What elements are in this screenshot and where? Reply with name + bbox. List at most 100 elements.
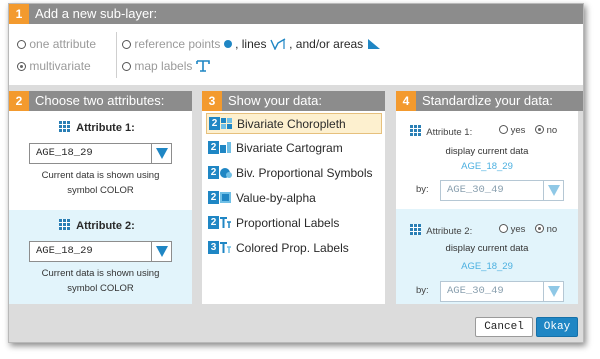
standardize-attribute2-no-radio[interactable]: no <box>535 224 557 235</box>
yes-label: yes <box>510 125 526 136</box>
attribute1-pane: Attribute 1: AGE_18_29 Current data is s… <box>9 111 192 210</box>
standardize-attribute2-yes-radio[interactable]: yes <box>499 224 525 235</box>
map-labels-radio[interactable]: map labels <box>122 59 210 73</box>
map-labels-label: map labels <box>134 59 193 73</box>
attribute1-heading: Attribute 1: <box>59 121 135 134</box>
table-icon <box>410 125 421 136</box>
yes-label: yes <box>510 224 526 235</box>
add-sublayer-dialog: 1 Add a new sub-layer: one attribute mul… <box>8 3 584 343</box>
one-attribute-label: one attribute <box>29 37 97 51</box>
table-icon <box>59 219 70 230</box>
attribute2-note-line2: symbol COLOR <box>67 283 134 294</box>
standardize-attribute1-heading: Attribute 1: <box>410 125 472 138</box>
section1-number: 1 <box>9 4 29 24</box>
cartogram-icon <box>220 142 231 153</box>
attribute1-note: Current data is shown using symbol COLOR <box>9 168 192 198</box>
list-item-bivariate-cartogram[interactable]: 2 Bivariate Cartogram <box>206 138 382 159</box>
section4-number: 4 <box>396 91 416 111</box>
item-label: Bivariate Cartogram <box>236 141 343 155</box>
choropleth-icon <box>221 118 232 129</box>
standardize-attribute2-pane: Attribute 2: yes no display current data… <box>396 209 578 304</box>
item-label: Biv. Proportional Symbols <box>236 166 373 180</box>
area-icon <box>367 39 380 49</box>
section4-header: 4 Standardize your data: <box>396 91 583 111</box>
standardize-attribute2-select[interactable]: AGE_30_49 <box>440 281 564 302</box>
chevron-down-icon[interactable] <box>151 144 171 163</box>
by-label: by: <box>416 285 429 296</box>
attribute2-heading: Attribute 2: <box>59 219 135 232</box>
line-icon <box>270 38 286 51</box>
divider <box>116 32 117 78</box>
item-label: Value-by-alpha <box>236 191 316 205</box>
okay-button[interactable]: Okay <box>536 317 578 337</box>
item-label: Proportional Labels <box>236 216 340 230</box>
chevron-down-icon[interactable] <box>151 242 171 261</box>
proportional-labels-icon <box>220 217 231 228</box>
one-attribute-radio[interactable]: one attribute <box>17 37 96 51</box>
radio-icon <box>499 125 508 134</box>
list-item-proportional-symbols[interactable]: 2 Biv. Proportional Symbols <box>206 163 382 184</box>
lines-label: , lines <box>235 37 267 51</box>
list-item-value-by-alpha[interactable]: 2 Value-by-alpha <box>206 188 382 209</box>
section1-pane: one attribute multivariate reference poi… <box>9 24 583 85</box>
standardize-attribute2-value: AGE_30_49 <box>447 285 504 297</box>
standardize-attribute1-pane: Attribute 1: yes no display current data… <box>396 111 578 209</box>
item-number: 3 <box>208 241 219 254</box>
radio-icon <box>499 224 508 233</box>
section2-header: 2 Choose two attributes: <box>9 91 192 111</box>
list-item-colored-prop-labels[interactable]: 3 Colored Prop. Labels <box>206 238 382 259</box>
multivariate-label: multivariate <box>29 59 91 73</box>
standardize-attribute1-value: AGE_30_49 <box>447 184 504 196</box>
no-label: no <box>546 224 558 235</box>
current-data-value: AGE_18_29 <box>461 161 513 172</box>
standardize-attribute1-no-radio[interactable]: no <box>535 125 557 136</box>
standardize-attribute1-yes-radio[interactable]: yes <box>499 125 525 136</box>
item-number: 2 <box>208 141 219 154</box>
attribute2-select[interactable]: AGE_18_29 <box>29 241 172 262</box>
radio-icon <box>17 40 26 49</box>
attribute1-note-line2: symbol COLOR <box>67 185 134 196</box>
value-by-alpha-icon <box>220 192 231 203</box>
radio-icon <box>122 40 131 49</box>
standardize-attribute1-label: Attribute 1: <box>426 127 473 138</box>
attribute2-label: Attribute 2: <box>76 220 135 232</box>
list-item-proportional-labels[interactable]: 2 Proportional Labels <box>206 213 382 234</box>
display-current-data-label: display current data <box>445 146 529 157</box>
areas-label: , and/or areas <box>289 37 364 51</box>
chevron-down-icon[interactable] <box>543 181 563 200</box>
reference-option-radio[interactable]: reference points , lines , and/or areas <box>122 37 381 51</box>
radio-selected-icon <box>535 125 544 134</box>
chevron-down-icon[interactable] <box>543 282 563 301</box>
display-current-data-label: display current data <box>445 243 529 254</box>
item-label: Bivariate Choropleth <box>237 117 346 131</box>
attribute2-value: AGE_18_29 <box>36 245 93 257</box>
table-icon <box>410 224 421 235</box>
section3-number: 3 <box>202 91 222 111</box>
cancel-button[interactable]: Cancel <box>475 317 533 337</box>
item-number: 2 <box>208 166 219 179</box>
point-icon <box>223 40 232 48</box>
multivariate-radio[interactable]: multivariate <box>17 59 91 73</box>
list-item-bivariate-choropleth[interactable]: 2 Bivariate Choropleth <box>206 113 382 134</box>
attribute1-label: Attribute 1: <box>76 122 135 134</box>
item-number: 2 <box>209 117 220 130</box>
standardize-attribute2-heading: Attribute 2: <box>410 224 472 237</box>
section3-title: Show your data: <box>228 93 322 108</box>
standardize-attribute1-select[interactable]: AGE_30_49 <box>440 180 564 201</box>
item-number: 2 <box>208 191 219 204</box>
section2-number: 2 <box>9 91 29 111</box>
text-icon <box>195 60 210 72</box>
proportional-symbols-icon <box>220 168 232 178</box>
section1-header: 1 Add a new sub-layer: <box>9 4 583 24</box>
section4-title: Standardize your data: <box>422 93 553 108</box>
attribute1-select[interactable]: AGE_18_29 <box>29 143 172 164</box>
radio-selected-icon <box>17 62 26 71</box>
standardize-attribute2-label: Attribute 2: <box>426 226 473 237</box>
section2-title: Choose two attributes: <box>35 93 165 108</box>
attribute2-note-line1: Current data is shown using <box>41 268 160 279</box>
item-label: Colored Prop. Labels <box>236 241 349 255</box>
section3-header: 3 Show your data: <box>202 91 385 111</box>
colored-prop-labels-icon <box>220 242 231 253</box>
visualization-list: 2 Bivariate Choropleth 2 Bivariate Carto… <box>202 111 385 304</box>
reference-points-label: reference points <box>134 37 221 51</box>
